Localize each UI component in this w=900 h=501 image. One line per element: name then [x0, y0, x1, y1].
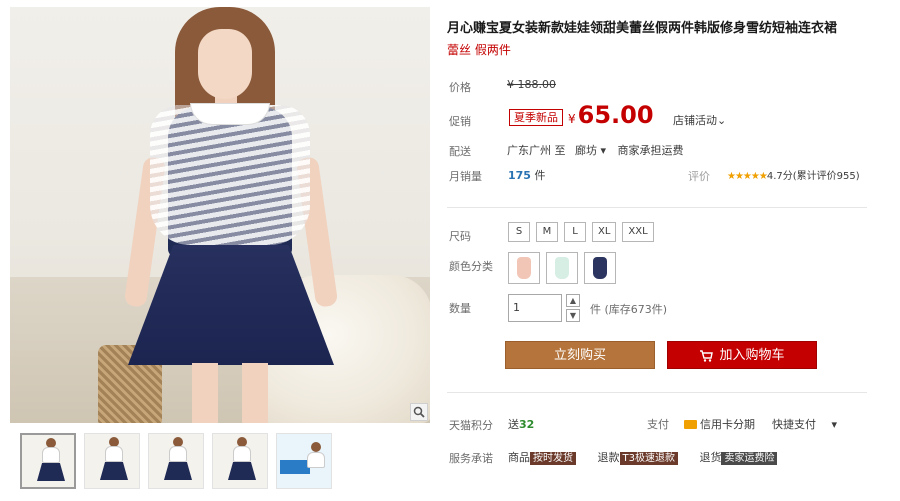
size-option-m[interactable]: M [536, 222, 558, 242]
size-option-s[interactable]: S [508, 222, 530, 242]
currency-symbol: ¥ [568, 112, 576, 126]
rating[interactable]: ★★★★★4.7分(累计评价955) [727, 167, 860, 182]
stock-info: 件 (库存673件) [590, 303, 668, 316]
color-label: 颜色分类 [449, 260, 493, 273]
points-value: 32 [519, 418, 535, 431]
model-face [198, 29, 252, 99]
promo-badge: 夏季新品 [509, 109, 563, 126]
quantity-label: 数量 [449, 302, 471, 315]
delivery-destination-select[interactable]: 廊坊 ▾ [575, 144, 606, 157]
quantity-decrease-button[interactable]: ▼ [566, 309, 580, 322]
model-figure [120, 7, 340, 423]
caret-down-icon: ▾ [600, 144, 607, 157]
delivery-label: 配送 [449, 145, 471, 158]
service-promises: 商品 按时发货 退款 T3极速退款 退货 卖家运费险 [508, 449, 795, 465]
thumb-skirt [228, 462, 256, 480]
delivery-info: 广东广州 至 廊坊 ▾ 商家承担运费 [507, 142, 684, 158]
monthly-sales: 175 件 [508, 167, 545, 183]
price-label: 价格 [449, 81, 471, 94]
thumb-top [105, 446, 123, 462]
delivery-origin: 广东广州 至 [507, 144, 566, 157]
magnifier-icon [413, 406, 425, 418]
chevron-down-icon: ⌄ [717, 114, 727, 127]
credit-card-installment-link[interactable]: 信用卡分期 [684, 416, 755, 432]
color-option-navy[interactable] [584, 252, 616, 284]
service-tag-return-shipping-insurance[interactable]: 卖家运费险 [721, 452, 778, 465]
thumbnail-2[interactable] [84, 433, 140, 489]
thumbnail-1[interactable] [20, 433, 76, 489]
color-swatch [593, 257, 607, 279]
shop-activity-label: 店铺活动 [673, 114, 717, 127]
delivery-freight: 商家承担运费 [617, 144, 684, 157]
quick-pay-label: 快捷支付 [772, 418, 816, 431]
thumbnail-strip [20, 433, 332, 489]
color-option-mint[interactable] [546, 252, 578, 284]
service-refund-label: 退款 [597, 451, 620, 464]
monthly-sales-label: 月销量 [449, 170, 482, 183]
product-subtitle: 蕾丝 假两件 [447, 43, 511, 57]
promo-price-value: 65.00 [577, 101, 654, 129]
lace-overlay [150, 105, 310, 245]
promo-price: ¥65.00 [568, 101, 654, 129]
thumbnail-4[interactable] [212, 433, 268, 489]
cart-icon [700, 349, 714, 362]
thumbnail-3[interactable] [148, 433, 204, 489]
service-return-label: 退货 [699, 451, 722, 464]
rating-label: 评价 [688, 170, 710, 183]
product-title: 月心赚宝夏女装新款娃娃领甜美蕾丝假两件韩版修身雪纺短袖连衣裙 [447, 21, 838, 36]
points-info: 送32 [508, 416, 534, 432]
buy-now-button[interactable]: 立刻购买 [505, 341, 655, 369]
peter-pan-collar [190, 103, 270, 125]
monthly-sales-count: 175 [508, 169, 531, 182]
color-swatch [517, 257, 531, 279]
caret-down-icon: ▾ [831, 418, 838, 431]
quantity-increase-button[interactable]: ▲ [566, 294, 580, 307]
model-leg [242, 363, 268, 423]
original-price: ¥ 188.00 [507, 78, 556, 91]
service-label: 服务承诺 [449, 452, 493, 465]
monthly-sales-unit: 件 [534, 169, 546, 182]
thumb-skirt [100, 462, 128, 480]
shop-activity-dropdown[interactable]: 店铺活动⌄ [673, 112, 726, 128]
thumb-top [307, 452, 325, 468]
divider [447, 207, 867, 208]
color-swatch [555, 257, 569, 279]
promo-label: 促销 [449, 115, 471, 128]
quick-pay-dropdown[interactable]: 快捷支付 ▾ [772, 416, 837, 432]
dress-skirt [128, 245, 334, 365]
service-goods-label: 商品 [508, 451, 530, 464]
color-options [508, 252, 616, 284]
thumbnail-5[interactable] [276, 433, 332, 489]
add-to-cart-label: 加入购物车 [719, 348, 785, 363]
main-product-photo[interactable] [10, 7, 430, 423]
size-option-xl[interactable]: XL [592, 222, 617, 242]
payment-label: 支付 [647, 418, 669, 431]
color-option-pink[interactable] [508, 252, 540, 284]
rating-text: 4.7分(累计评价955) [766, 171, 860, 182]
thumb-skirt [37, 463, 65, 481]
size-option-xxl[interactable]: XXL [622, 222, 654, 242]
points-label: 天猫积分 [449, 419, 493, 432]
thumb-ad-band [280, 460, 310, 474]
thumb-top [233, 446, 251, 462]
rating-stars-icon: ★★★★★ [727, 171, 768, 182]
points-prefix: 送 [508, 418, 519, 431]
delivery-destination: 廊坊 [575, 144, 597, 157]
add-to-cart-button[interactable]: 加入购物车 [667, 341, 817, 369]
service-tag-fast-refund[interactable]: T3极速退款 [619, 452, 678, 465]
credit-card-label: 信用卡分期 [700, 418, 755, 431]
thumb-top [169, 446, 187, 462]
model-leg [192, 363, 218, 423]
size-label: 尺码 [449, 230, 471, 243]
thumb-top [42, 447, 60, 463]
thumb-skirt [164, 462, 192, 480]
thumb-head [311, 442, 321, 452]
divider [447, 392, 867, 393]
service-tag-on-time-shipping[interactable]: 按时发货 [530, 452, 576, 465]
quantity-input[interactable]: 1 [508, 294, 562, 322]
credit-card-icon [684, 420, 697, 429]
size-options: S M L XL XXL [508, 222, 654, 242]
zoom-button[interactable] [410, 403, 428, 421]
size-option-l[interactable]: L [564, 222, 586, 242]
